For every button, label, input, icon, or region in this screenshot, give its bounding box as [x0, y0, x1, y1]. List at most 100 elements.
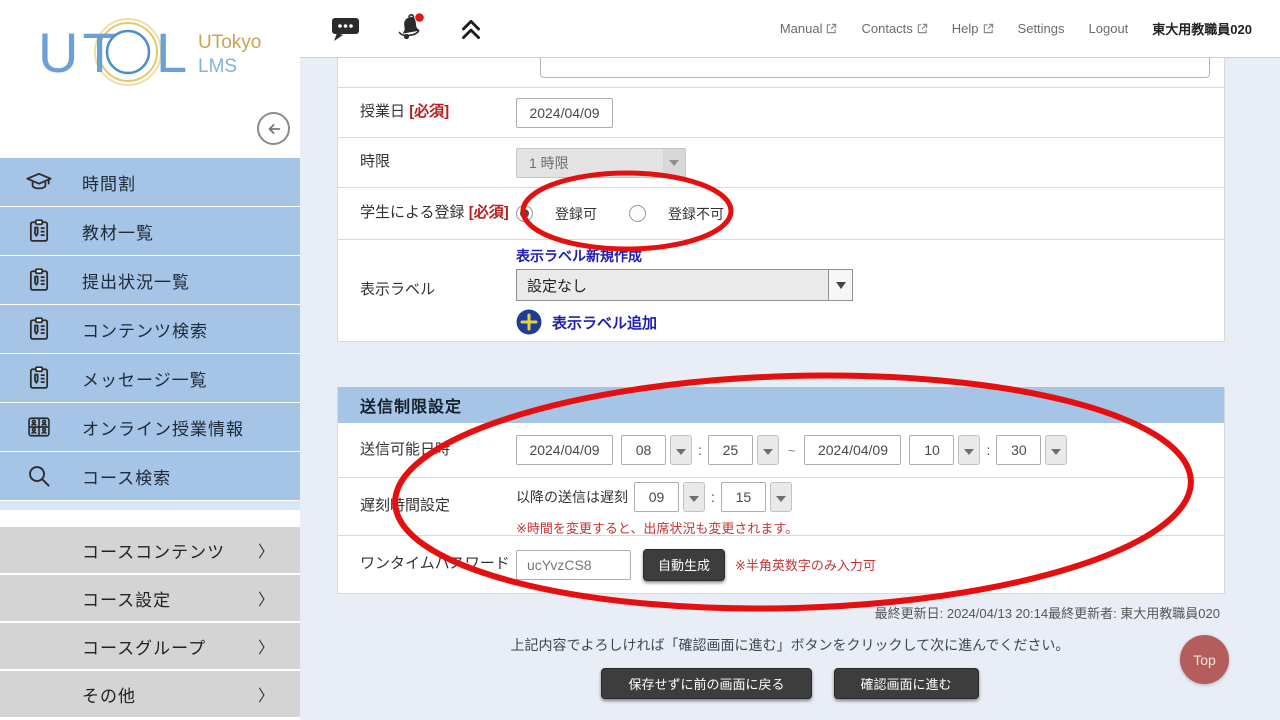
display-label-select[interactable]: 設定なし: [516, 269, 853, 301]
bell-icon[interactable]: [392, 12, 430, 46]
sidebar-item-others[interactable]: その他 〉: [0, 671, 300, 719]
sidebar-item-course-search[interactable]: コース検索: [0, 452, 300, 501]
sidebar-item-label: コンテンツ検索: [82, 317, 208, 342]
manual-link[interactable]: Manual: [780, 21, 838, 36]
chevron-down-icon: [828, 270, 852, 300]
student-registration-row: 学生による登録 [必須] 登録可 登録不可: [338, 188, 1224, 240]
sidebar-item-label: メッセージ一覧: [82, 366, 208, 391]
period-select: 1 時限: [516, 148, 686, 178]
graduation-cap-icon: [24, 167, 54, 197]
footer-buttons: 保存せずに前の画面に戻る 確認画面に進む: [300, 668, 1280, 699]
end-hour-input[interactable]: [909, 435, 954, 465]
sidebar-item-timetable[interactable]: 時間割: [0, 158, 300, 207]
sidebar-item-content-search[interactable]: コンテンツ検索: [0, 305, 300, 354]
sidebar-item-course-contents[interactable]: コースコンテンツ 〉: [0, 527, 300, 575]
start-date-input[interactable]: [516, 435, 613, 465]
late-time-label: 遅刻時間設定: [338, 496, 516, 516]
chat-icon[interactable]: [330, 14, 364, 44]
settings-link[interactable]: Settings: [1018, 21, 1065, 36]
sidebar-item-label: 提出状況一覧: [82, 268, 190, 293]
sidebar-item-materials[interactable]: 教材一覧: [0, 207, 300, 256]
chevron-right-icon: 〉: [258, 586, 274, 610]
class-title-input[interactable]: [540, 58, 1210, 78]
external-link-icon: [983, 23, 994, 34]
chevron-down-icon: [663, 149, 685, 177]
otp-input[interactable]: [516, 550, 631, 580]
clipboard-icon: [24, 314, 54, 344]
sidebar-item-online-class[interactable]: オンライン授業情報: [0, 403, 300, 452]
svg-text:L: L: [156, 21, 187, 84]
sidebar-collapse-button[interactable]: [257, 112, 290, 145]
required-badge: [必須]: [409, 103, 449, 120]
user-name: 東大用教職員020: [1152, 19, 1252, 38]
help-link[interactable]: Help: [952, 21, 994, 36]
radio-allow[interactable]: [516, 205, 533, 222]
late-hour-stepper[interactable]: [683, 482, 705, 512]
create-display-label-link[interactable]: 表示ラベル新規作成: [516, 248, 642, 264]
submission-limit-card: 送信制限設定 送信可能日時 : ~ :: [337, 387, 1225, 594]
late-minute-stepper[interactable]: [770, 482, 792, 512]
section-header: 送信制限設定: [338, 387, 1224, 423]
add-display-label[interactable]: 表示ラベル追加: [516, 309, 1224, 335]
otp-note: ※半角英数字のみ入力可: [735, 555, 876, 574]
late-minute-input[interactable]: [721, 482, 766, 512]
sidebar-item-course-group[interactable]: コースグループ 〉: [0, 623, 300, 671]
sidebar-item-label: オンライン授業情報: [82, 415, 244, 440]
external-link-icon: [917, 23, 928, 34]
contacts-link[interactable]: Contacts: [861, 21, 927, 36]
start-minute-input[interactable]: [708, 435, 753, 465]
radio-deny[interactable]: [629, 205, 646, 222]
required-badge: [必須]: [469, 204, 509, 221]
search-icon: [24, 461, 54, 491]
end-hour-stepper[interactable]: [958, 435, 980, 465]
sidebar-item-submissions[interactable]: 提出状況一覧: [0, 256, 300, 305]
registration-radio-group: 登録可 登録不可: [516, 204, 1224, 224]
end-minute-input[interactable]: [996, 435, 1041, 465]
sidebar-item-label: コース検索: [82, 464, 171, 489]
plus-icon: [516, 309, 542, 335]
last-updated-text: 最終更新日: 2024/04/13 20:14最終更新者: 東大用教職員020: [875, 603, 1220, 622]
truncated-text-row: [338, 58, 1224, 88]
submission-period-row: 送信可能日時 : ~ :: [338, 423, 1224, 478]
sidebar-menu: 時間割 教材一覧 提出状況一覧 コンテンツ検索 メッセージ一覧: [0, 158, 300, 719]
back-without-save-button[interactable]: 保存せずに前の画面に戻る: [601, 668, 811, 699]
clipboard-icon: [24, 265, 54, 295]
late-time-prefix: 以降の送信は遅刻: [516, 487, 628, 507]
chevron-right-icon: 〉: [258, 682, 274, 706]
collapse-up-icon[interactable]: [458, 16, 484, 42]
main-content: 授業日 [必須] 時限 1 時限 学生による登録 [必須]: [300, 58, 1280, 720]
add-display-label-link: 表示ラベル追加: [552, 312, 657, 333]
end-minute-stepper[interactable]: [1045, 435, 1067, 465]
late-hour-input[interactable]: [634, 482, 679, 512]
start-minute-stepper[interactable]: [757, 435, 779, 465]
video-grid-icon: [24, 412, 54, 442]
logout-link[interactable]: Logout: [1089, 21, 1129, 36]
scroll-top-button[interactable]: Top: [1180, 635, 1229, 684]
sidebar-item-course-settings[interactable]: コース設定 〉: [0, 575, 300, 623]
sidebar-item-label: 時間割: [82, 170, 136, 195]
end-date-input[interactable]: [804, 435, 901, 465]
svg-text:UTokyo: UTokyo: [198, 32, 261, 53]
auto-generate-button[interactable]: 自動生成: [643, 549, 725, 581]
arrow-left-icon: [265, 120, 283, 138]
topbar: Manual Contacts Help Settings Logout 東大用…: [300, 0, 1280, 58]
logo-area: UT L UTokyo LMS: [0, 0, 300, 158]
late-time-row: 遅刻時間設定 以降の送信は遅刻 : ※時間を変更すると、出席状況も変更されます。: [338, 478, 1224, 536]
class-date-input[interactable]: [516, 98, 613, 128]
display-label-row: 表示ラベル 表示ラベル新規作成 設定なし 表示ラベル追加: [338, 240, 1224, 341]
late-time-note: ※時間を変更すると、出席状況も変更されます。: [516, 518, 1224, 537]
start-hour-stepper[interactable]: [670, 435, 692, 465]
logo-subtitle-1: UTokyo: [198, 32, 261, 53]
class-date-label: 授業日 [必須]: [338, 102, 516, 122]
go-to-confirm-button[interactable]: 確認画面に進む: [834, 668, 979, 699]
class-date-row: 授業日 [必須]: [338, 88, 1224, 138]
sidebar-item-messages[interactable]: メッセージ一覧: [0, 354, 300, 403]
section-title: 送信制限設定: [360, 393, 462, 417]
sidebar: UT L UTokyo LMS 時間割 教材一覧: [0, 0, 300, 720]
clipboard-icon: [24, 363, 54, 393]
chevron-right-icon: 〉: [258, 634, 274, 658]
display-label-label: 表示ラベル: [338, 280, 516, 300]
period-label: 時限: [338, 152, 516, 172]
chevron-right-icon: 〉: [258, 538, 274, 562]
start-hour-input[interactable]: [621, 435, 666, 465]
